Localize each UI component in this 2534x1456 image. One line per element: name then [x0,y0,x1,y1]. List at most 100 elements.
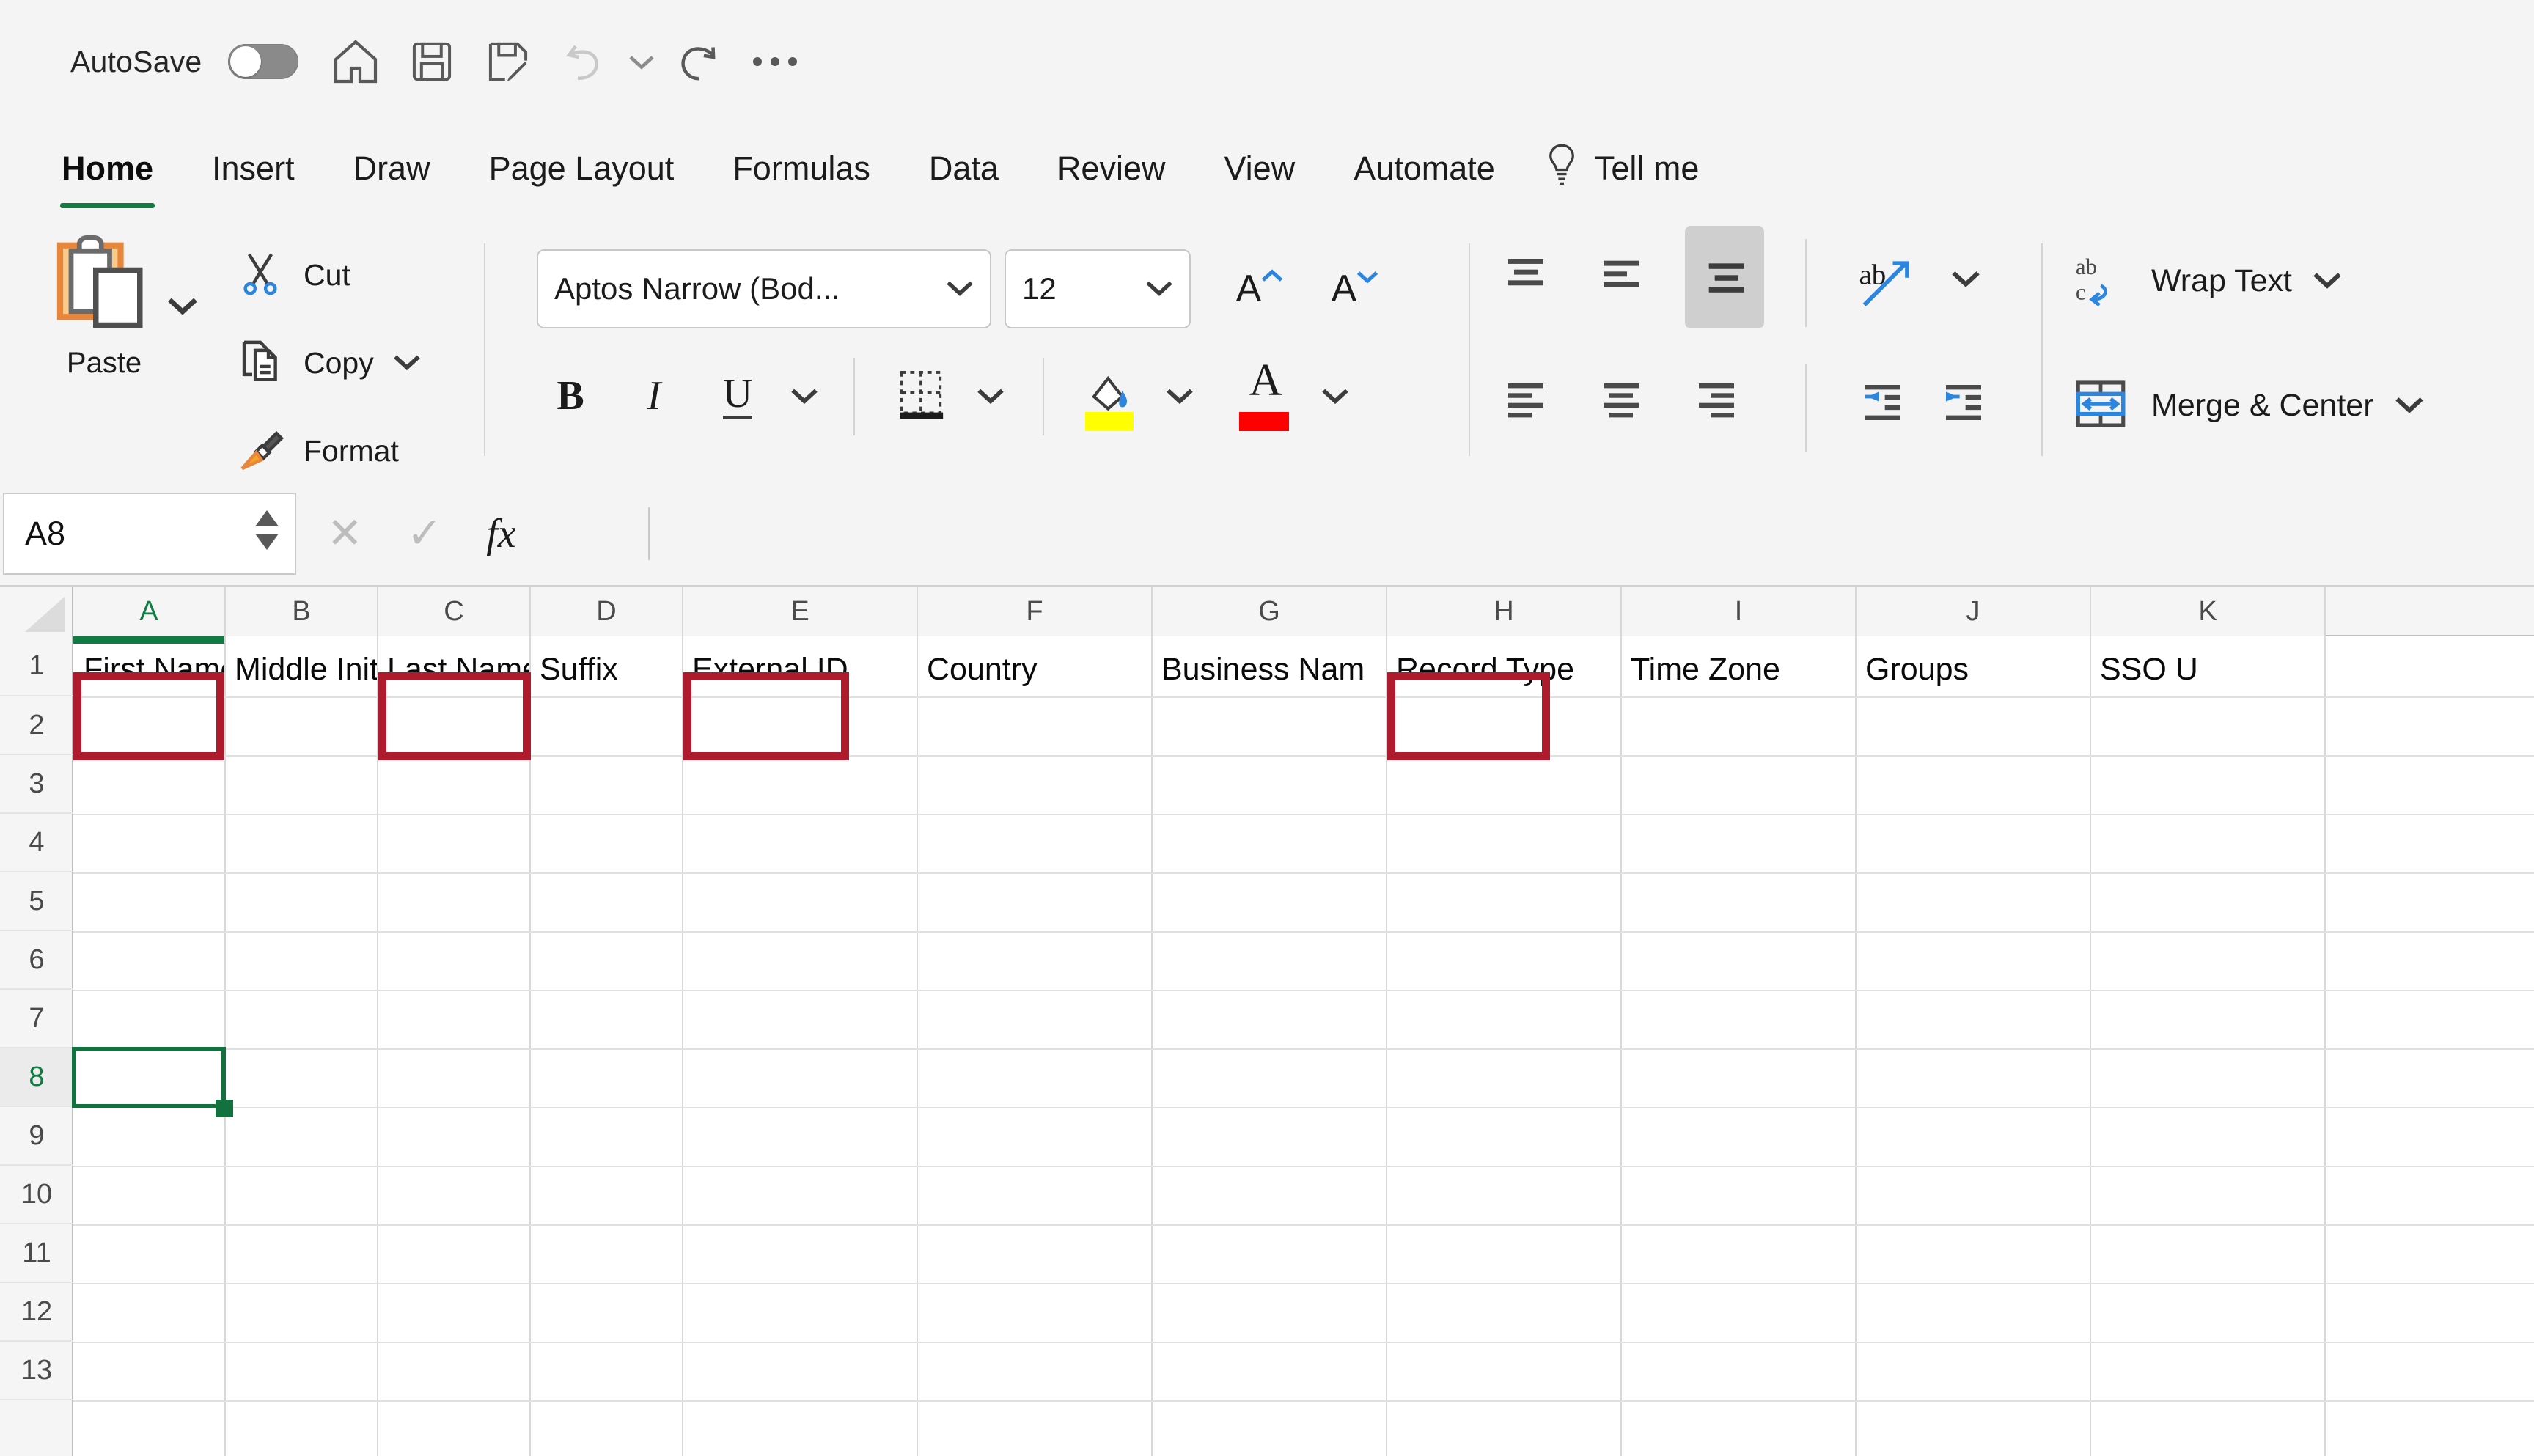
name-box-spinner[interactable] [255,510,279,550]
cancel-entry-icon[interactable]: ✕ [327,512,363,555]
copy-button[interactable]: Copy [236,337,421,389]
formula-input[interactable] [664,493,2534,575]
align-middle-button[interactable] [1590,245,1653,308]
fill-handle[interactable] [216,1100,233,1117]
spinner-up-icon[interactable] [255,510,279,526]
paste-dropdown-caret[interactable] [167,295,198,319]
row-header-12[interactable]: 12 [0,1283,73,1342]
name-box[interactable]: A8 [3,493,296,575]
tell-me-label: Tell me [1595,150,1700,188]
tab-data[interactable]: Data [900,123,1028,214]
font-size-select[interactable]: 12 [1005,249,1191,328]
column-header-k[interactable]: K [2091,587,2326,636]
redo-icon[interactable] [661,23,737,100]
row-header-2[interactable]: 2 [0,696,73,755]
increase-font-size-button[interactable]: A [1208,249,1289,328]
column-header-f[interactable]: F [918,587,1153,636]
align-bottom-button[interactable] [1685,226,1764,328]
row-header-8[interactable]: 8 [0,1048,73,1107]
underline-label: U [723,372,752,419]
save-as-icon[interactable] [470,23,546,100]
italic-button[interactable]: I [619,361,689,431]
column-header-c[interactable]: C [378,587,531,636]
save-icon[interactable] [394,23,470,100]
cut-button[interactable]: Cut [236,249,350,301]
orientation-dropdown-caret[interactable] [1940,252,1991,304]
borders-button[interactable] [884,361,958,431]
column-header-a[interactable]: A [73,587,226,636]
row-header-3[interactable]: 3 [0,755,73,814]
align-left-button[interactable] [1494,369,1557,433]
ribbon-home-panel: Paste Cut [0,214,2534,482]
bold-button[interactable]: B [535,361,606,431]
tab-view[interactable]: View [1194,123,1324,214]
align-center-button[interactable] [1590,369,1653,433]
cell-k1[interactable]: SSO U [2091,644,2324,695]
tab-home[interactable]: Home [32,123,183,214]
fill-color-dropdown-caret[interactable] [1154,369,1205,421]
column-header-h[interactable]: H [1387,587,1622,636]
fill-color-button[interactable] [1073,358,1147,435]
column-header-g[interactable]: G [1153,587,1387,636]
autosave-toggle[interactable] [228,44,298,79]
cell-f1[interactable]: Country [918,644,1151,695]
format-painter-button[interactable]: Format [236,425,399,477]
row-header-10[interactable]: 10 [0,1166,73,1224]
underline-button[interactable]: U [702,361,773,431]
insert-function-icon[interactable]: fx [486,510,515,557]
row-header-11[interactable]: 11 [0,1224,73,1283]
row-header-1[interactable]: 1 [0,636,73,696]
align-right-button[interactable] [1685,369,1748,433]
spinner-down-icon[interactable] [255,534,279,550]
row-header-9[interactable]: 9 [0,1107,73,1166]
tab-formulas[interactable]: Formulas [703,123,900,214]
more-options-icon[interactable] [737,23,813,100]
select-all-corner[interactable] [0,587,73,636]
font-size-caret-icon [1145,278,1173,301]
row-header-13[interactable]: 13 [0,1342,73,1400]
tell-me-button[interactable]: Tell me [1524,123,1729,214]
paste-button[interactable]: Paste [31,232,177,380]
row-header-6[interactable]: 6 [0,931,73,990]
orientation-button[interactable]: ab [1846,245,1934,318]
tab-insert[interactable]: Insert [183,123,324,214]
column-header-i[interactable]: I [1622,587,1857,636]
font-color-dropdown-caret[interactable] [1310,369,1361,421]
decrease-font-size-button[interactable]: A [1304,249,1384,328]
wrap-text-button[interactable]: ab c Wrap Text [2071,249,2342,313]
increase-indent-button[interactable] [1927,369,2000,435]
row-header-4[interactable]: 4 [0,814,73,872]
merge-center-dropdown-caret[interactable] [2395,394,2424,418]
tab-page-layout[interactable]: Page Layout [460,123,704,214]
align-top-button[interactable] [1494,245,1557,308]
column-header-e[interactable]: E [683,587,918,636]
underline-dropdown-caret[interactable] [779,369,830,421]
undo-dropdown-caret[interactable] [623,23,661,100]
column-header-d[interactable]: D [531,587,683,636]
cell-b1[interactable]: Middle Initial [226,644,377,695]
cell-g1[interactable]: Business Nam [1153,644,1386,695]
font-color-button[interactable]: A [1229,358,1302,435]
autosave-toggle-knob [230,46,261,77]
font-family-select[interactable]: Aptos Narrow (Bod... [537,249,991,328]
cell-i1[interactable]: Time Zone [1622,644,1855,695]
row-header-7[interactable]: 7 [0,990,73,1048]
cell-d1[interactable]: Suffix [531,644,682,695]
column-header-b[interactable]: B [226,587,378,636]
tab-draw[interactable]: Draw [324,123,460,214]
confirm-entry-icon[interactable]: ✓ [407,512,443,555]
active-cell-a8[interactable] [72,1047,226,1108]
column-header-j[interactable]: J [1857,587,2091,636]
tab-review[interactable]: Review [1028,123,1195,214]
wrap-text-dropdown-caret[interactable] [2313,269,2342,293]
home-icon[interactable] [317,23,394,100]
grid-hline-11 [73,1283,2534,1284]
undo-icon[interactable] [546,23,623,100]
borders-dropdown-caret[interactable] [965,369,1016,421]
decrease-indent-button[interactable] [1846,369,1920,435]
copy-dropdown-caret[interactable] [393,352,421,375]
cell-j1[interactable]: Groups [1857,644,2090,695]
row-header-5[interactable]: 5 [0,872,73,931]
tab-automate[interactable]: Automate [1324,123,1524,214]
merge-center-button[interactable]: Merge & Center [2071,374,2424,438]
